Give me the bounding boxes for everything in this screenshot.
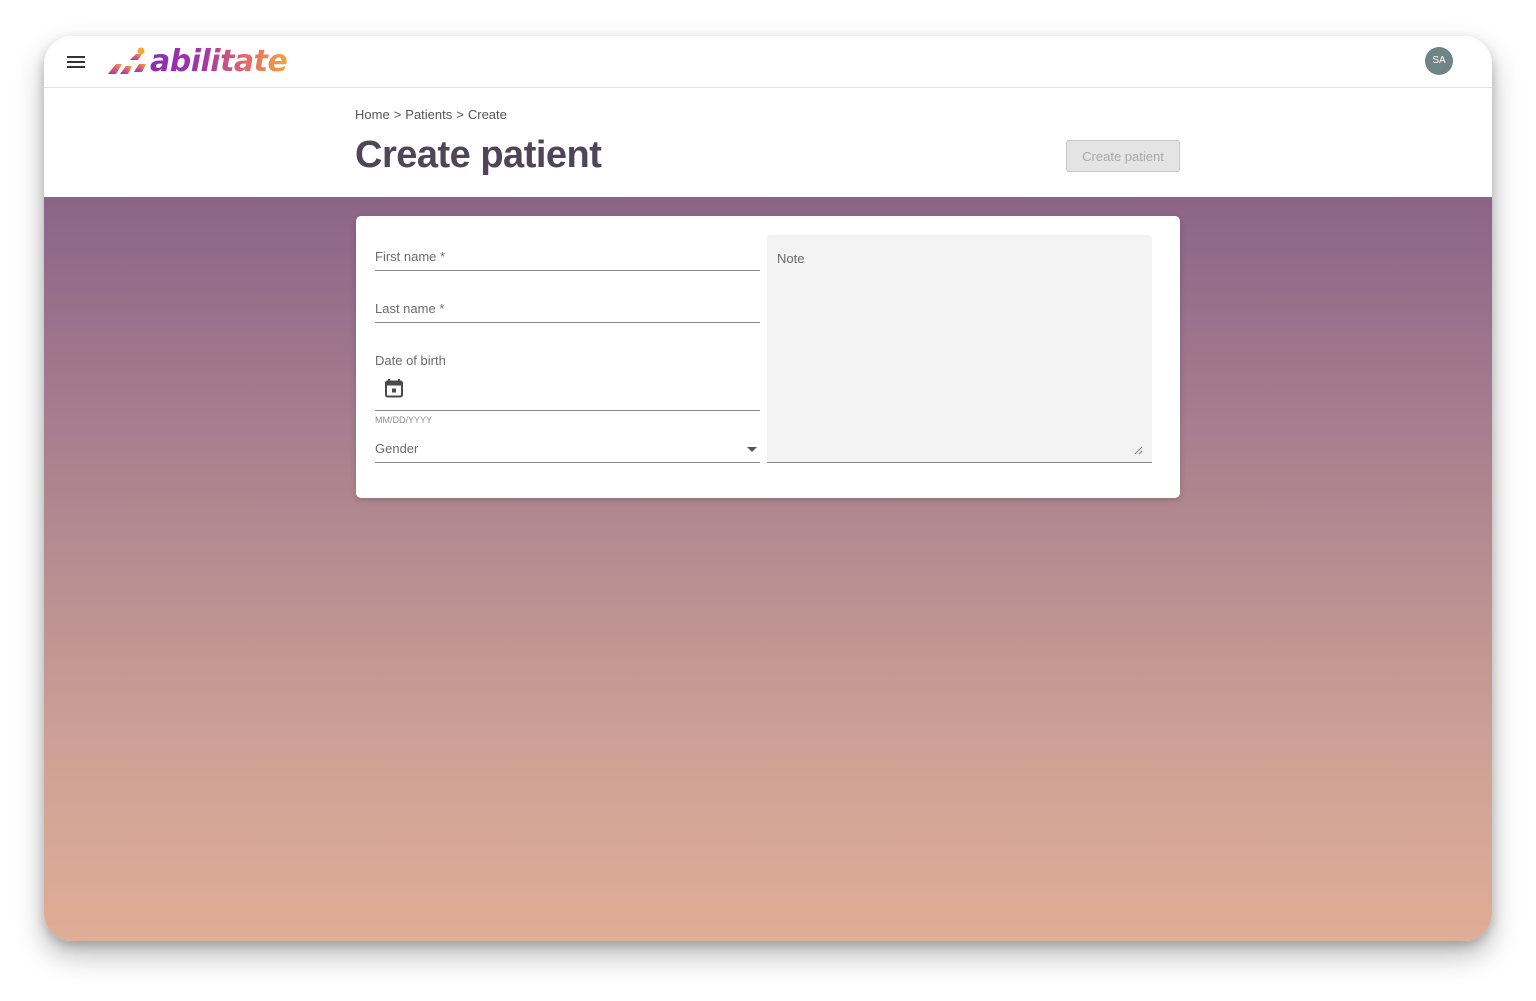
- dropdown-arrow-icon: [747, 447, 757, 452]
- date-of-birth-hint: MM/DD/YYYY: [375, 415, 433, 425]
- breadcrumb: Home > Patients > Create: [355, 107, 507, 122]
- note-label: Note: [777, 251, 805, 266]
- breadcrumb-separator: >: [456, 107, 464, 122]
- first-name-input[interactable]: [375, 251, 764, 268]
- breadcrumb-home[interactable]: Home: [355, 107, 390, 122]
- hamburger-menu-icon[interactable]: [64, 51, 88, 73]
- note-textarea[interactable]: Note: [767, 235, 1152, 463]
- page-title: Create patient: [355, 134, 602, 176]
- first-name-field[interactable]: First name *: [375, 240, 764, 271]
- brand-logo[interactable]: abilitate: [106, 44, 288, 80]
- breadcrumb-separator: >: [393, 107, 402, 122]
- user-avatar[interactable]: SA: [1425, 47, 1453, 75]
- resize-handle-icon[interactable]: [1134, 446, 1143, 455]
- breadcrumb-patients[interactable]: Patients: [405, 107, 452, 122]
- patient-form-card: First name * Last name * Date of birth M…: [356, 216, 1180, 498]
- create-patient-button[interactable]: Create patient: [1066, 140, 1180, 172]
- brand-logo-text: abilitate: [150, 44, 288, 79]
- gender-select[interactable]: Gender: [375, 432, 760, 463]
- breadcrumb-current: Create: [467, 107, 507, 122]
- date-of-birth-label: Date of birth: [375, 353, 446, 368]
- calendar-icon[interactable]: [384, 378, 404, 398]
- top-app-bar: abilitate SA: [44, 36, 1492, 88]
- page-header: Home > Patients > Create Create patient …: [44, 88, 1492, 197]
- app-window: abilitate SA Home > Patients > Create Cr…: [44, 36, 1492, 941]
- brand-logo-mark-icon: [108, 47, 146, 74]
- content-area: First name * Last name * Date of birth M…: [44, 197, 1492, 941]
- last-name-input[interactable]: [375, 303, 764, 320]
- date-of-birth-field[interactable]: Date of birth: [375, 344, 760, 411]
- gender-label: Gender: [375, 441, 419, 456]
- last-name-field[interactable]: Last name *: [375, 292, 764, 323]
